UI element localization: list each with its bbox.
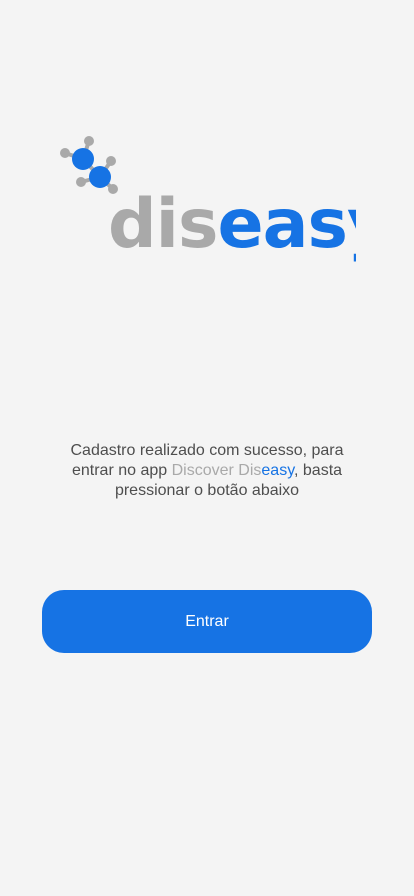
logo-graphic: diseasy — [60, 136, 356, 264]
app-name-part2: easy — [261, 462, 294, 479]
message-line-2: entrar no app Discover Diseasy, basta — [30, 461, 384, 481]
message-suffix: , basta — [294, 462, 343, 479]
svg-text:diseasy: diseasy — [108, 185, 356, 264]
wordmark-dis: dis — [108, 185, 217, 264]
success-message: Cadastro realizado com sucesso, para ent… — [30, 441, 384, 501]
message-prefix: entrar no app — [71, 462, 172, 479]
message-line-1: Cadastro realizado com sucesso, para — [70, 442, 344, 459]
app-name-part1: Discover Dis — [171, 462, 262, 479]
diseasy-logo: diseasy — [56, 132, 356, 272]
success-screen: diseasy Cadastro realizado com sucesso, … — [0, 0, 414, 896]
enter-button[interactable]: Entrar — [42, 590, 372, 653]
message-line-3: pressionar o botão abaixo — [114, 482, 300, 499]
wordmark-easy: easy — [217, 185, 356, 264]
